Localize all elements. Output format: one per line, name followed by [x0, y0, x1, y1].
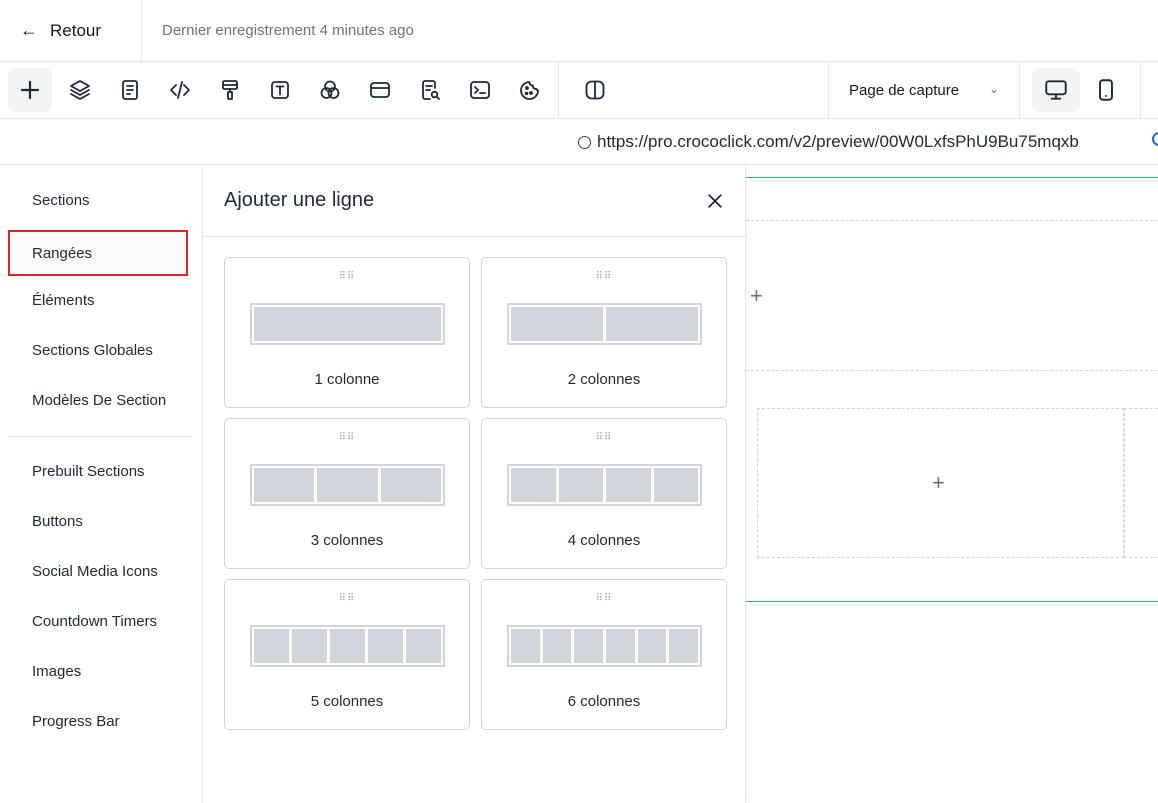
layers-icon[interactable]: [58, 68, 102, 112]
page-select[interactable]: Page de capture ⌄: [828, 62, 1020, 119]
add-element-icon[interactable]: +: [932, 470, 945, 496]
mobile-view-button[interactable]: [1082, 68, 1130, 112]
row-preview: [507, 464, 702, 506]
sidebar-item-label: Images: [32, 662, 82, 680]
document-search-icon[interactable]: [408, 68, 452, 112]
color-circles-icon[interactable]: [308, 68, 352, 112]
status-circle-icon: [578, 135, 591, 149]
drag-handle-icon[interactable]: ⠿⠿: [482, 433, 726, 443]
chevron-down-icon: ⌄: [988, 82, 999, 96]
sidebar-item-global-sections[interactable]: Sections Globales: [8, 327, 188, 373]
top-bar: ← Retour Dernier enregistrement 4 minute…: [0, 0, 1158, 62]
editor-canvas: + +: [746, 165, 1158, 803]
sidebar-item-label: Éléments: [32, 291, 95, 309]
page-builder: ← Retour Dernier enregistrement 4 minute…: [0, 0, 1158, 803]
tool-group: [0, 61, 623, 119]
text-icon[interactable]: [258, 68, 302, 112]
page-select-value: Page de capture: [849, 82, 960, 99]
drag-handle-icon[interactable]: ⠿⠿: [225, 433, 469, 443]
row-option-label: 3 colonnes: [310, 532, 384, 549]
sidebar-item-progress-bar[interactable]: Progress Bar: [8, 698, 188, 744]
sidebar-item-sections[interactable]: Sections: [8, 177, 188, 223]
arrow-left-icon: ←: [20, 20, 38, 40]
sidebar-item-label: Sections Globales: [32, 341, 153, 359]
sidebar-item-label: Buttons: [32, 512, 83, 530]
row-option-label: 2 colonnes: [567, 371, 641, 388]
row-option-6-columns[interactable]: ⠿⠿ 6 colonnes: [481, 579, 727, 730]
back-button[interactable]: ← Retour: [0, 0, 142, 61]
row-option-label: 6 colonnes: [567, 693, 641, 710]
sidebar-item-elements[interactable]: Éléments: [8, 277, 188, 323]
cookie-icon[interactable]: [508, 68, 552, 112]
row-option-3-columns[interactable]: ⠿⠿ 3 colonnes: [224, 418, 470, 569]
desktop-view-button[interactable]: [1032, 68, 1080, 112]
mobile-icon: [1099, 79, 1113, 101]
drag-handle-icon[interactable]: ⠿⠿: [225, 272, 469, 282]
save-status: Dernier enregistrement 4 minutes ago: [162, 22, 414, 39]
sidebar-item-label: Prebuilt Sections: [32, 462, 145, 480]
window-icon[interactable]: [358, 68, 402, 112]
row-option-label: 5 colonnes: [310, 693, 384, 710]
row-option-label: 4 colonnes: [567, 532, 641, 549]
row-option-label: 1 colonne: [314, 371, 380, 388]
drag-handle-icon[interactable]: ⠿⠿: [482, 272, 726, 282]
code-icon[interactable]: [158, 68, 202, 112]
sidebar-item-label: Social Media Icons: [32, 562, 158, 580]
sidebar-item-label: Sections: [32, 191, 90, 209]
terminal-icon[interactable]: [458, 68, 502, 112]
row-guide: [746, 370, 1158, 371]
sidebar-item-label: Rangées: [32, 244, 93, 262]
sidebar-item-label: Progress Bar: [32, 712, 120, 730]
row-option-5-columns[interactable]: ⠿⠿ 5 colonnes: [224, 579, 470, 730]
row-preview: [507, 303, 702, 345]
preview-url-bar: https://pro.crococlick.com/v2/preview/00…: [0, 119, 1158, 165]
section-border-top: [746, 177, 1158, 178]
preview-url-text: https://pro.crococlick.com/v2/preview/00…: [597, 132, 1079, 151]
paint-roller-icon[interactable]: [208, 68, 252, 112]
sidebar-item-images[interactable]: Images: [8, 648, 188, 694]
row-option-4-columns[interactable]: ⠿⠿ 4 colonnes: [481, 418, 727, 569]
row-guide: [746, 220, 1158, 221]
drag-handle-icon[interactable]: ⠿⠿: [482, 594, 726, 604]
preview-url[interactable]: https://pro.crococlick.com/v2/preview/00…: [578, 132, 1079, 152]
column-dropzone[interactable]: [1124, 408, 1158, 558]
row-preview: [250, 625, 445, 667]
back-label: Retour: [50, 20, 102, 40]
section-border-bottom: [746, 601, 1158, 602]
sidebar-item-section-templates[interactable]: Modèles De Section: [8, 377, 188, 423]
sidebar-item-countdown-timers[interactable]: Countdown Timers: [8, 598, 188, 644]
add-row-panel: Ajouter une ligne ⠿⠿ 1 colonne ⠿⠿ 2 colo…: [203, 165, 746, 803]
close-button[interactable]: [701, 187, 729, 215]
sidebar-item-label: Countdown Timers: [32, 612, 158, 630]
plus-icon[interactable]: [8, 68, 52, 112]
sidebar-divider: [8, 436, 192, 437]
panel-title: Ajouter une ligne: [224, 189, 375, 211]
sidebar-item-social-media-icons[interactable]: Social Media Icons: [8, 548, 188, 594]
row-preview: [250, 464, 445, 506]
toolbar-divider-right: [1140, 62, 1141, 119]
close-icon: [708, 194, 722, 208]
drag-handle-icon[interactable]: ⠿⠿: [225, 594, 469, 604]
columns-toggle-icon[interactable]: [573, 68, 617, 112]
sidebar: Sections Rangées Éléments Sections Globa…: [0, 165, 203, 803]
sidebar-item-prebuilt-sections[interactable]: Prebuilt Sections: [8, 448, 188, 494]
sidebar-item-buttons[interactable]: Buttons: [8, 498, 188, 544]
sidebar-item-label: Modèles De Section: [32, 391, 167, 409]
row-option-2-columns[interactable]: ⠿⠿ 2 colonnes: [481, 257, 727, 408]
row-preview: [507, 625, 702, 667]
row-option-1-column[interactable]: ⠿⠿ 1 colonne: [224, 257, 470, 408]
toolbar: Page de capture ⌄: [0, 61, 1158, 119]
toolbar-divider: [558, 61, 559, 119]
form-icon[interactable]: [108, 68, 152, 112]
add-element-icon[interactable]: +: [750, 283, 763, 309]
desktop-icon: [1045, 80, 1067, 100]
panel-header: Ajouter une ligne: [203, 165, 745, 237]
row-preview: [250, 303, 445, 345]
sidebar-item-rows[interactable]: Rangées: [8, 230, 188, 276]
